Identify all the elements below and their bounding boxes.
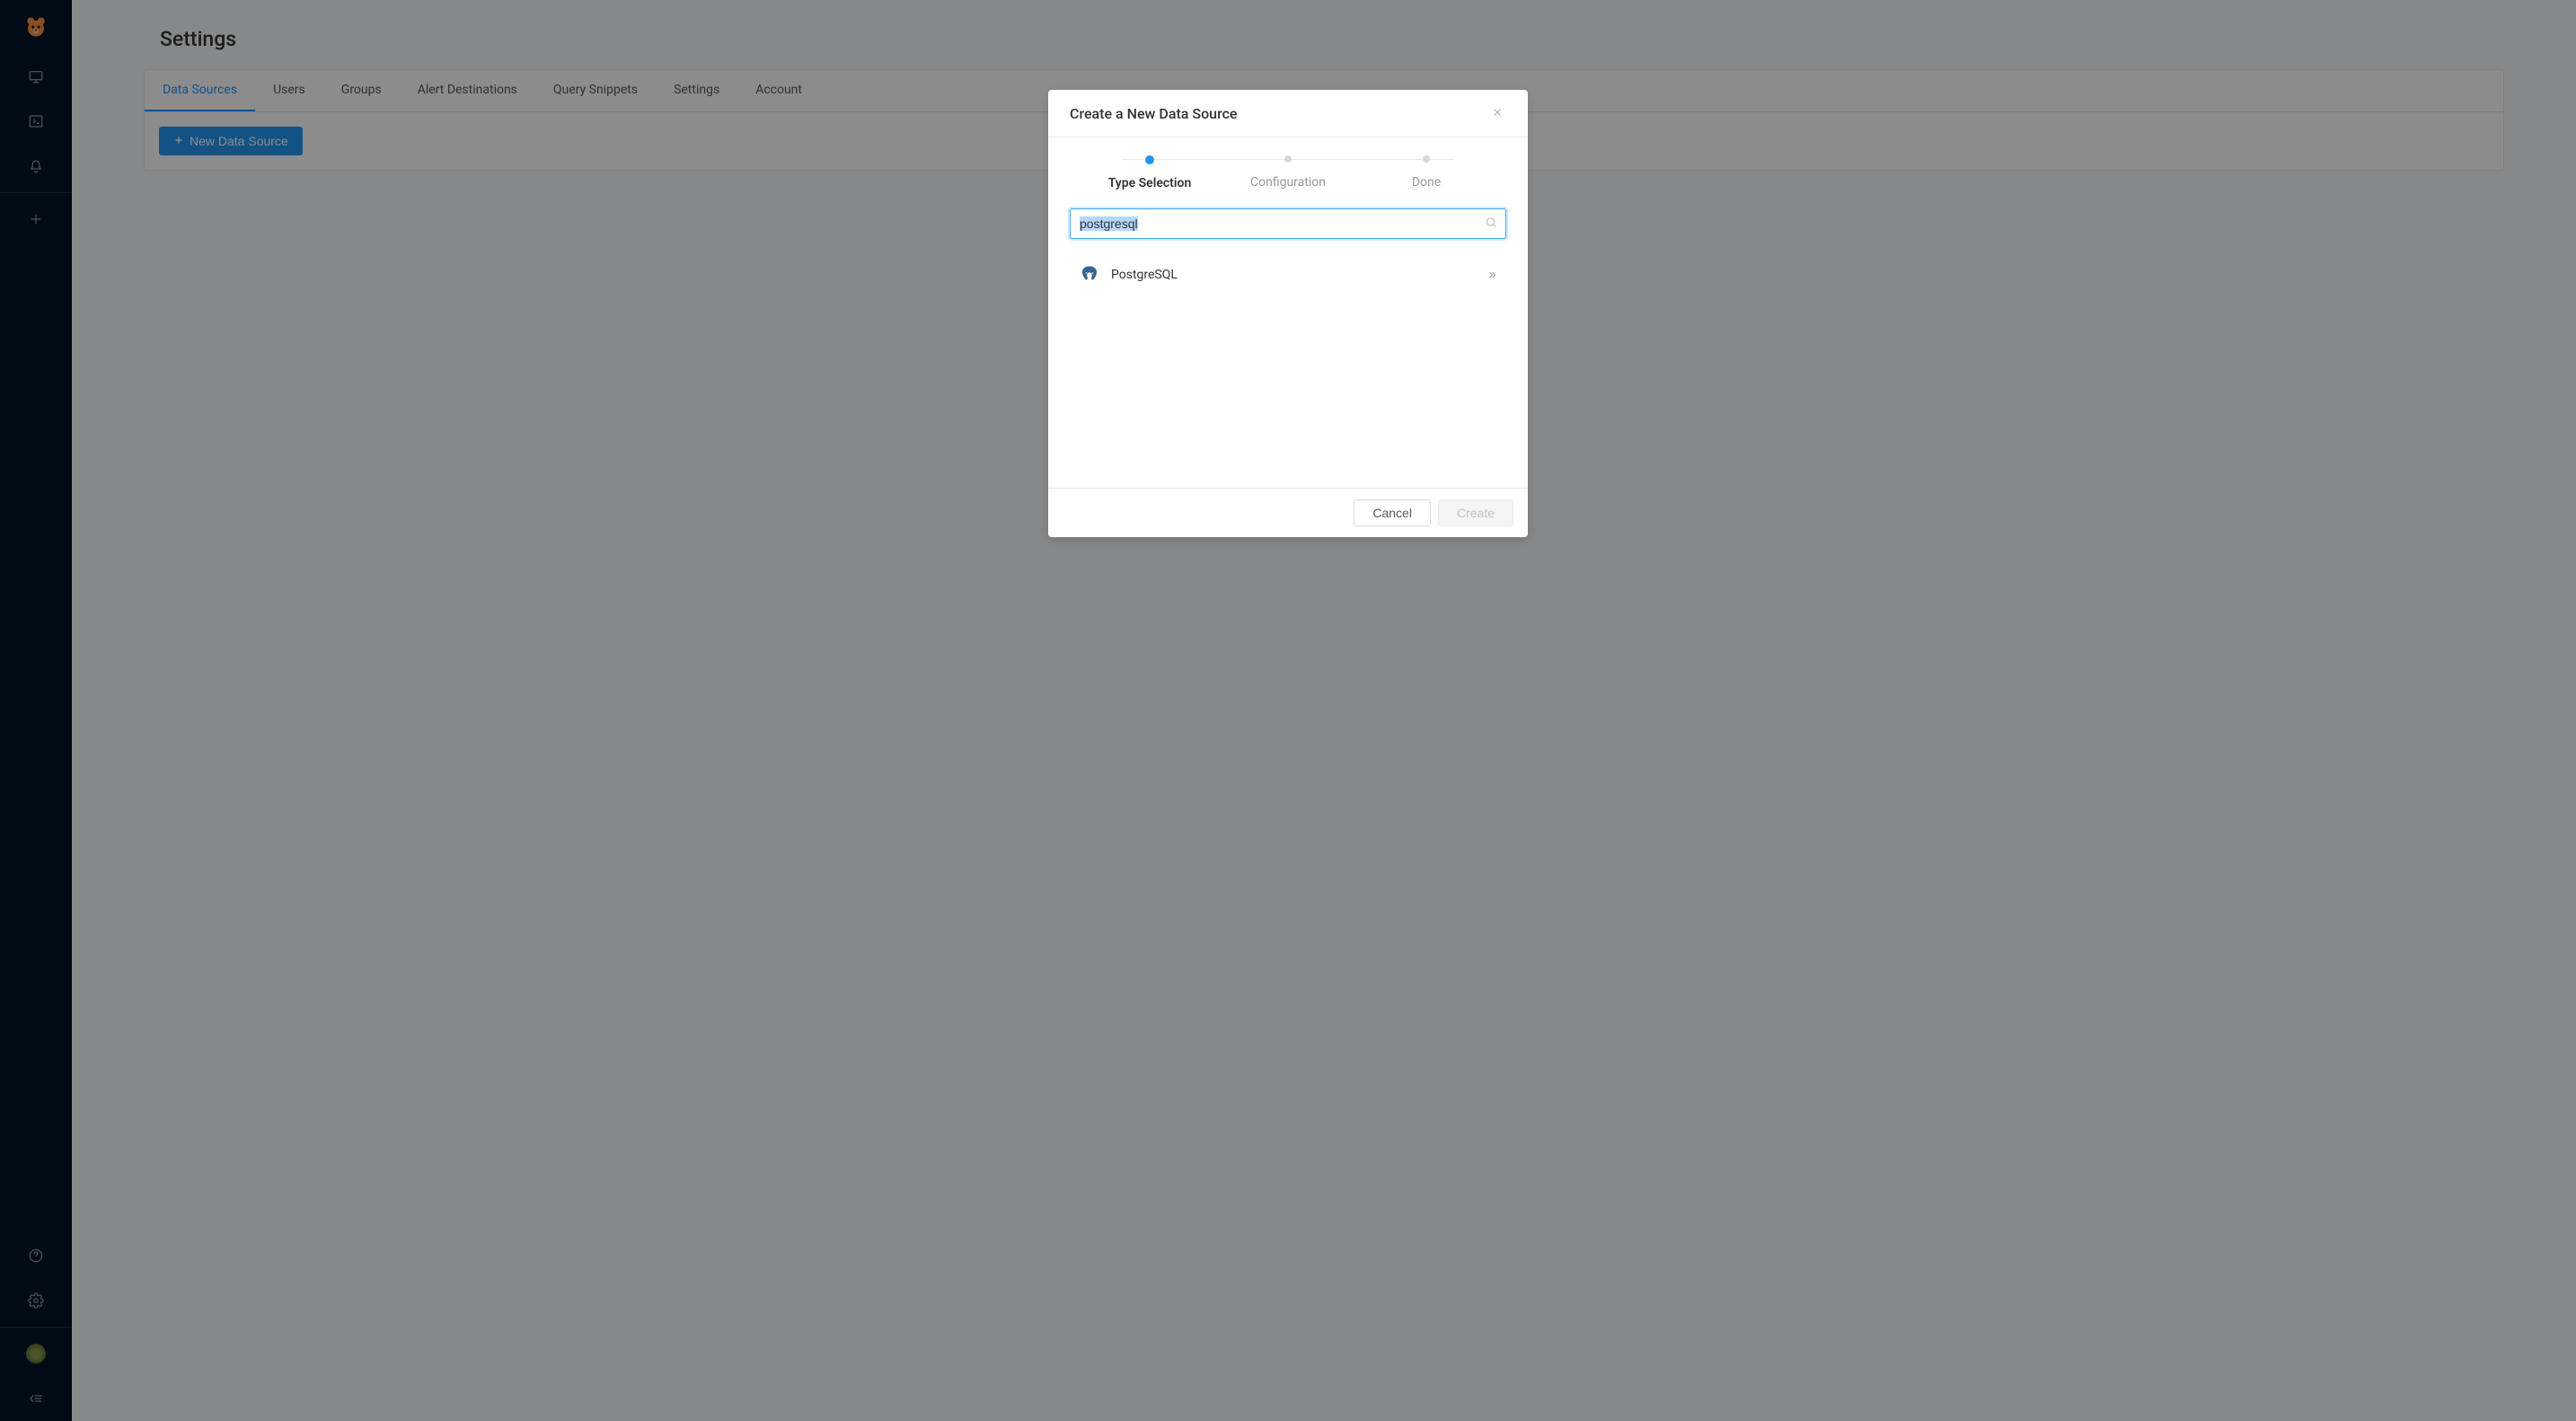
step-label: Type Selection (1108, 176, 1192, 190)
search-icon (1485, 216, 1497, 233)
step-label: Configuration (1250, 175, 1326, 190)
modal-title: Create a New Data Source (1070, 105, 1238, 122)
step-dot-icon (1145, 155, 1154, 164)
stepper: Type Selection Configuration Done (1070, 155, 1506, 190)
cancel-button[interactable]: Cancel (1354, 499, 1431, 526)
step-label: Done (1412, 175, 1441, 190)
modal-footer: Cancel Create (1048, 488, 1528, 537)
modal-close-button[interactable] (1488, 104, 1506, 122)
create-button[interactable]: Create (1438, 499, 1513, 526)
search-wrapper (1070, 208, 1506, 239)
step-dot-icon (1284, 155, 1292, 163)
search-results: PostgreSQL (1070, 253, 1506, 296)
postgresql-logo-icon (1079, 264, 1100, 286)
step-type-selection: Type Selection (1081, 155, 1219, 190)
step-configuration: Configuration (1219, 155, 1357, 190)
step-dot-icon (1423, 155, 1430, 163)
result-label: PostgreSQL (1111, 268, 1486, 282)
create-data-source-modal: Create a New Data Source Type Selection … (1048, 90, 1528, 537)
modal-body: Type Selection Configuration Done (1048, 137, 1528, 488)
modal-header: Create a New Data Source (1048, 90, 1528, 137)
data-source-search-input[interactable] (1070, 208, 1506, 239)
step-done: Done (1357, 155, 1495, 190)
result-item-postgresql[interactable]: PostgreSQL (1070, 253, 1506, 296)
double-chevron-right-icon (1486, 267, 1497, 284)
close-icon (1491, 105, 1504, 122)
